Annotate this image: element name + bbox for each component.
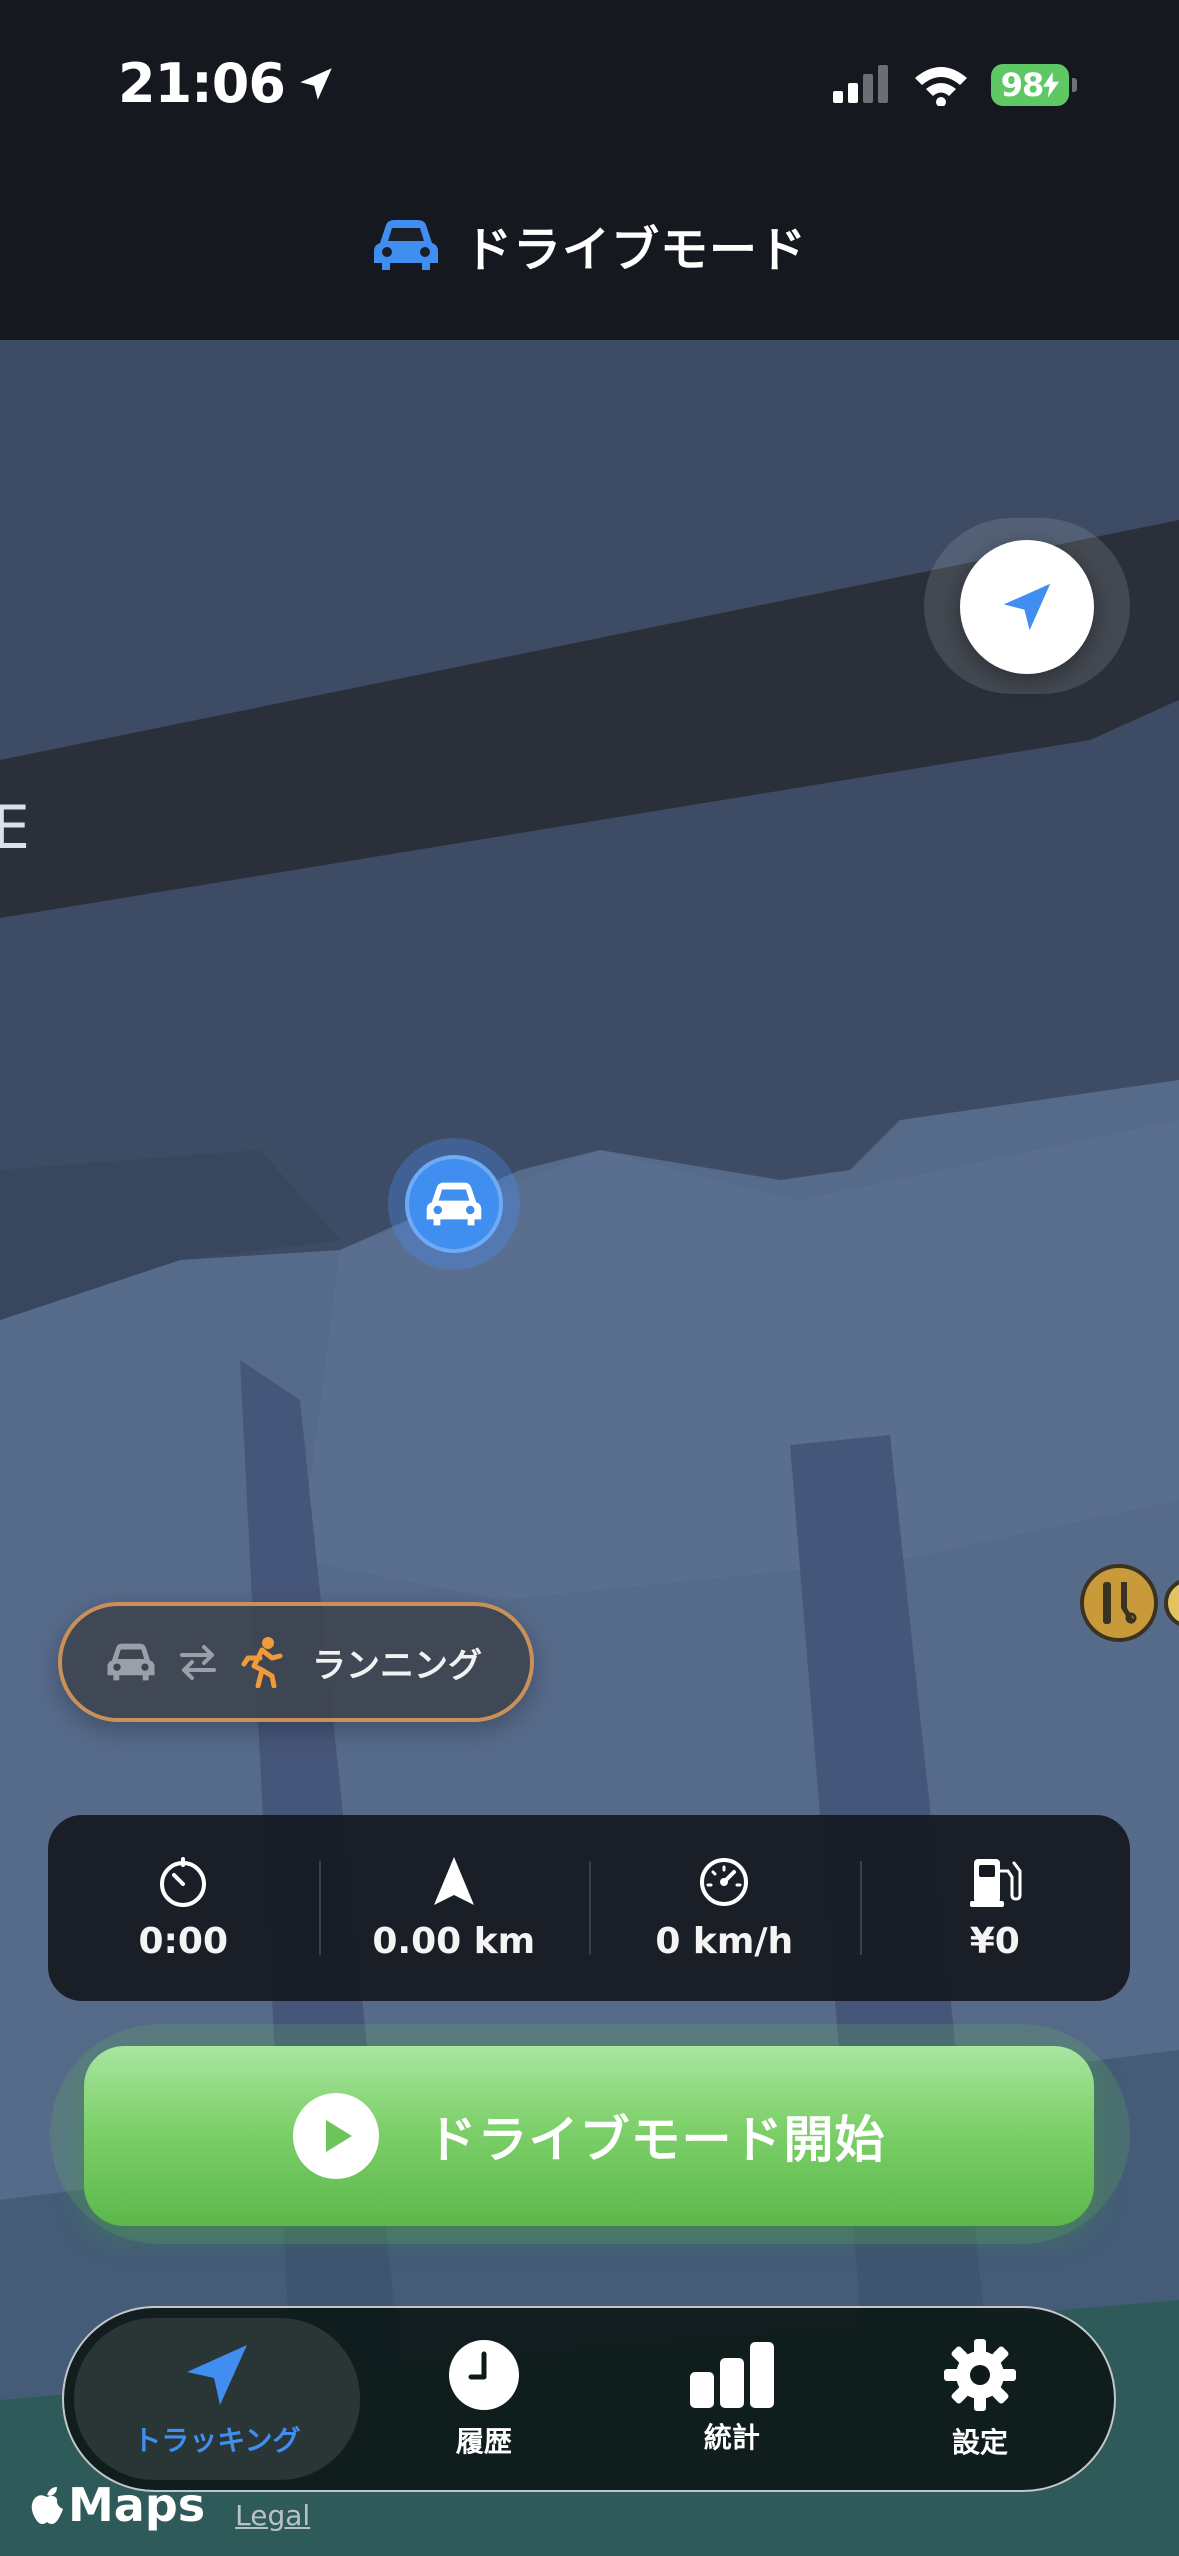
fuel-pump-icon — [969, 1858, 1022, 1907]
stat-distance: 0.00 km — [318, 1815, 590, 2001]
tab-history-label: 履歴 — [455, 2425, 512, 2458]
tab-history[interactable]: 履歴 — [360, 2318, 608, 2480]
tab-settings[interactable]: 設定 — [856, 2318, 1104, 2480]
play-button-circle — [292, 2093, 379, 2179]
top-bar: 21:06 98 ドライブモード — [0, 0, 1179, 340]
mode-switch-button[interactable]: ランニング — [58, 1602, 534, 1722]
trip-stats-panel: 0:00 0.00 km 0 km/h ¥0 — [48, 1815, 1130, 2001]
apple-logo-icon — [31, 2487, 63, 2524]
barber-poi-marker[interactable] — [1080, 1564, 1158, 1642]
car-icon — [107, 1643, 155, 1681]
status-time: 21:06 — [118, 52, 337, 115]
play-icon — [325, 2120, 352, 2152]
status-time-text: 21:06 — [118, 52, 286, 115]
svg-text:E: E — [0, 793, 30, 863]
navigation-arrow-icon — [186, 2345, 247, 2405]
map-attribution: Maps Legal — [30, 2478, 310, 2532]
apple-maps-logo: Maps — [30, 2478, 205, 2532]
clock-icon — [448, 2340, 519, 2410]
start-drive-mode-button[interactable]: ドライブモード開始 — [84, 2046, 1094, 2226]
location-arrow-icon — [1003, 583, 1051, 631]
status-icons: 98 — [831, 64, 1077, 106]
tab-tracking[interactable]: トラッキング — [74, 2318, 360, 2480]
start-button-label: ドライブモード開始 — [426, 2111, 886, 2169]
runner-icon — [241, 1637, 283, 1688]
battery-level: 98 — [1000, 66, 1045, 104]
timer-icon — [160, 1856, 207, 1907]
tab-bar: トラッキング 履歴 統計 設定 — [62, 2306, 1116, 2492]
stat-speed-value: 0 km/h — [655, 1920, 794, 1962]
speedometer-icon — [700, 1857, 749, 1906]
car-position-marker[interactable] — [405, 1155, 503, 1253]
battery-indicator: 98 — [991, 64, 1077, 106]
page-title: ドライブモード — [463, 222, 807, 278]
car-marker-icon — [426, 1182, 482, 1226]
swap-icon — [180, 1645, 216, 1680]
mode-switch-label: ランニング — [312, 1645, 482, 1686]
charging-bolt-icon — [1043, 72, 1060, 98]
barber-poi-icon — [1103, 1582, 1137, 1624]
header: ドライブモード — [0, 200, 1179, 290]
legal-link[interactable]: Legal — [235, 2499, 310, 2532]
stat-duration-value: 0:00 — [138, 1920, 229, 1962]
recenter-location-button[interactable] — [960, 540, 1094, 674]
location-services-icon — [300, 67, 332, 100]
tab-tracking-label: トラッキング — [133, 2424, 301, 2457]
stat-distance-value: 0.00 km — [372, 1920, 536, 1962]
wifi-icon — [915, 67, 967, 106]
tab-settings-label: 設定 — [951, 2426, 1008, 2459]
car-icon — [373, 220, 438, 270]
gear-icon — [943, 2339, 1016, 2411]
bar-chart-icon — [689, 2342, 774, 2408]
stat-fuel-cost-value: ¥0 — [969, 1920, 1020, 1962]
cellular-signal-icon — [833, 65, 888, 103]
distance-arrow-icon — [433, 1856, 474, 1905]
stat-speed: 0 km/h — [589, 1815, 860, 2001]
stat-fuel-cost: ¥0 — [859, 1815, 1131, 2001]
maps-logo-text: Maps — [68, 2478, 206, 2532]
stat-duration: 0:00 — [48, 1815, 319, 2001]
tab-stats-label: 統計 — [703, 2421, 760, 2454]
tab-stats[interactable]: 統計 — [608, 2318, 856, 2480]
